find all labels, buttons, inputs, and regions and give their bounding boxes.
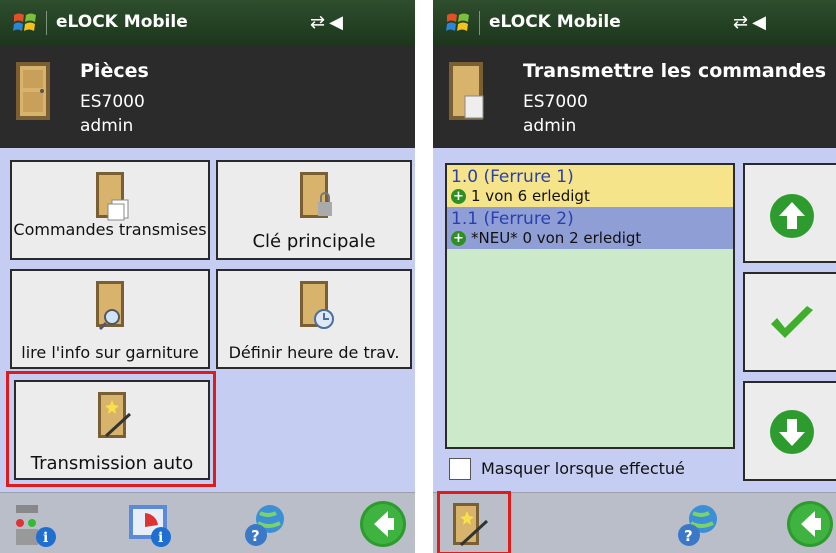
tile-label: Clé principale xyxy=(252,231,376,252)
status-icons[interactable]: ⇄◀ xyxy=(310,12,347,33)
device-name: ES7000 xyxy=(80,92,145,112)
left-screen: eLOCK Mobile ⇄◀ Pièces ES7000 admin Comm… xyxy=(0,0,415,553)
status-icons[interactable]: ⇄◀ xyxy=(733,12,770,33)
tile-label: lire l'info sur garniture xyxy=(21,343,199,362)
confirm-button[interactable] xyxy=(743,272,836,372)
back-arrow-icon[interactable] xyxy=(358,499,408,549)
right-screen: eLOCK Mobile ⇄◀ Transmettre les commande… xyxy=(433,0,836,553)
speaker-icon[interactable]: ◀ xyxy=(752,12,770,33)
plus-icon: + xyxy=(451,189,466,204)
connectivity-icon[interactable]: ⇄ xyxy=(733,12,752,33)
door-lock-icon xyxy=(300,172,332,218)
page-title: Transmettre les commandes xyxy=(523,60,826,82)
plus-icon: + xyxy=(451,231,466,246)
door-documents-icon xyxy=(96,172,129,221)
app-title: eLOCK Mobile xyxy=(489,12,621,32)
user-name: admin xyxy=(80,116,134,136)
device-name: ES7000 xyxy=(523,92,588,112)
definir-heure-button[interactable]: Définir heure de trav. xyxy=(216,269,412,369)
cle-principale-button[interactable]: Clé principale xyxy=(216,160,412,260)
list-item[interactable]: 1.1 (Ferrure 2) + *NEU* 0 von 2 erledigt xyxy=(447,207,733,249)
help-globe-icon[interactable]: ? xyxy=(240,499,290,549)
app-title: eLOCK Mobile xyxy=(56,12,188,32)
title-bar: eLOCK Mobile ⇄◀ xyxy=(433,0,836,46)
arrow-down-icon xyxy=(770,410,814,454)
user-name: admin xyxy=(523,116,577,136)
commandes-transmises-button[interactable]: Commandes transmises xyxy=(10,160,210,260)
command-list[interactable]: 1.0 (Ferrure 1) +1 von 6 erledigt 1.1 (F… xyxy=(445,163,735,449)
svg-text:?: ? xyxy=(684,527,693,545)
move-up-button[interactable] xyxy=(743,163,836,263)
hide-when-done-checkbox[interactable] xyxy=(449,458,471,480)
highlight-box xyxy=(437,491,511,553)
door-transmit-icon xyxy=(449,62,484,120)
list-item-title: 1.0 (Ferrure 1) xyxy=(451,167,574,187)
door-search-icon xyxy=(96,281,124,331)
svg-text:?: ? xyxy=(251,527,260,545)
connectivity-icon[interactable]: ⇄ xyxy=(310,12,329,33)
chart-info-icon[interactable]: i xyxy=(125,499,175,549)
door-icon xyxy=(16,62,50,120)
highlight-box xyxy=(6,371,216,487)
lire-info-garniture-button[interactable]: lire l'info sur garniture xyxy=(10,269,210,369)
arrow-up-icon xyxy=(770,194,814,238)
move-down-button[interactable] xyxy=(743,381,836,481)
checkbox-label: Masquer lorsque effectué xyxy=(481,459,685,478)
windows-start-icon[interactable] xyxy=(12,10,38,36)
list-item-title: 1.1 (Ferrure 2) xyxy=(451,209,574,229)
windows-start-icon[interactable] xyxy=(445,10,471,36)
bottom-toolbar: i i ? xyxy=(0,492,415,553)
door-clock-icon xyxy=(300,281,334,329)
help-globe-icon[interactable]: ? xyxy=(673,499,723,549)
list-item-status: 1 von 6 erledigt xyxy=(471,187,590,205)
title-bar: eLOCK Mobile ⇄◀ xyxy=(0,0,415,46)
checkmark-icon xyxy=(771,306,813,338)
list-item[interactable]: 1.0 (Ferrure 1) +1 von 6 erledigt xyxy=(447,165,733,207)
title-separator xyxy=(479,11,480,35)
tile-label: Commandes transmises xyxy=(13,220,207,239)
tile-label: Définir heure de trav. xyxy=(228,343,400,362)
svg-text:i: i xyxy=(43,530,48,546)
page-title: Pièces xyxy=(80,60,149,82)
svg-text:i: i xyxy=(158,530,163,546)
title-separator xyxy=(46,11,47,35)
device-info-icon[interactable]: i xyxy=(10,499,60,549)
list-item-status: *NEU* 0 von 2 erledigt xyxy=(471,229,642,247)
speaker-icon[interactable]: ◀ xyxy=(329,12,347,33)
back-arrow-icon[interactable] xyxy=(785,499,835,549)
page-header: Pièces ES7000 admin xyxy=(0,46,415,148)
page-header: Transmettre les commandes ES7000 admin xyxy=(433,46,836,148)
